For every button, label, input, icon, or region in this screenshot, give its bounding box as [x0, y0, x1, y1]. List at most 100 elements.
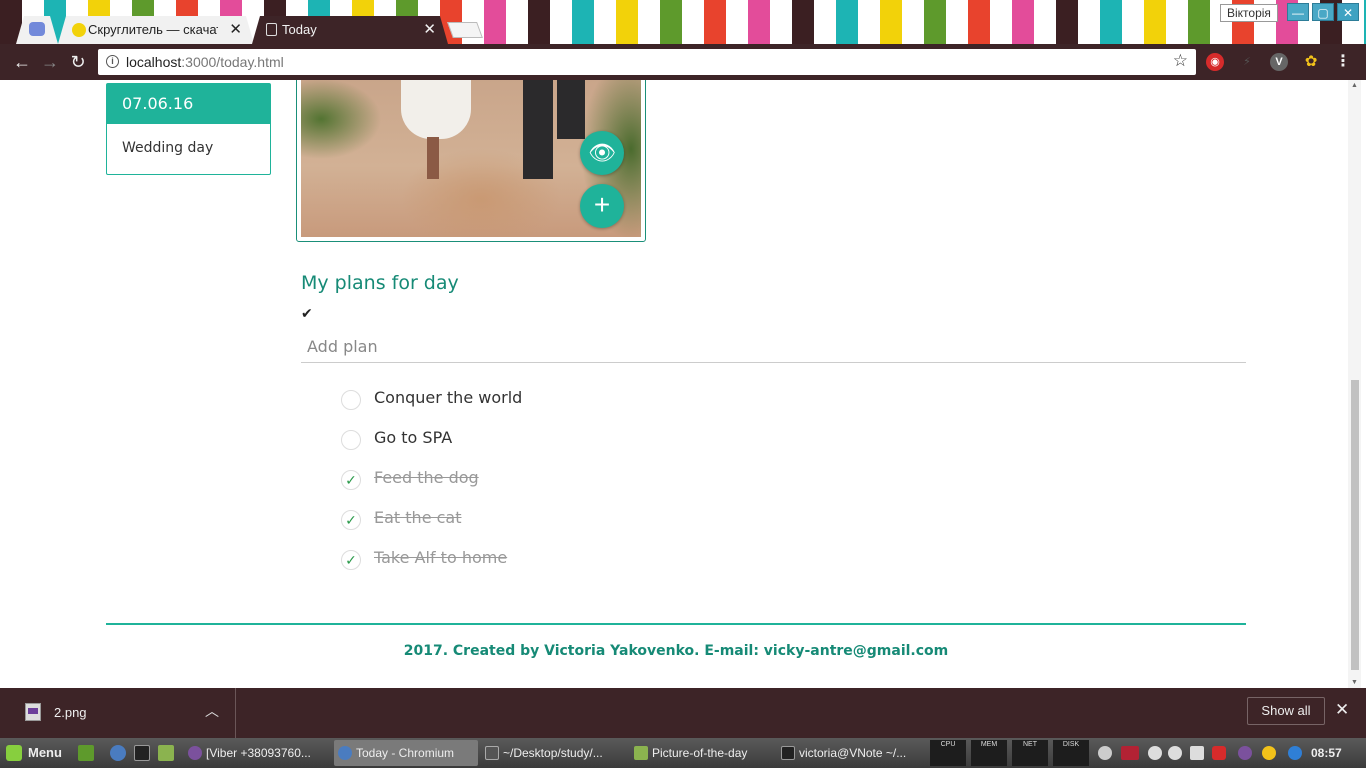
task-label: [Viber +38093760... [206, 746, 311, 760]
reload-icon[interactable]: ↻ [66, 50, 90, 74]
terminal-icon [781, 746, 795, 760]
plan-toggle-checkbox[interactable] [341, 390, 361, 410]
viber-icon [188, 746, 202, 760]
clipboard-icon[interactable] [1190, 746, 1204, 760]
chromium-icon [338, 746, 352, 760]
shield-icon[interactable] [1212, 746, 1226, 760]
bluetooth-icon[interactable] [1288, 746, 1302, 760]
start-menu-button[interactable]: Menu [4, 740, 62, 766]
mem-monitor[interactable]: MEM [971, 740, 1007, 766]
clock[interactable]: 08:57 [1311, 738, 1342, 768]
download-file-name: 2.png [54, 705, 87, 720]
paw-extension-icon[interactable]: ✿ [1302, 53, 1320, 71]
tab-today[interactable]: Today ✕ [252, 16, 448, 44]
task-folder[interactable]: Picture-of-the-day [630, 740, 774, 766]
bolt-extension-icon[interactable]: ⚡ [1238, 53, 1256, 71]
add-photo-button[interactable]: + [580, 184, 624, 228]
scroll-down-icon[interactable]: ▼ [1351, 679, 1358, 686]
cpu-monitor[interactable]: CPU [930, 740, 966, 766]
mint-logo-icon [6, 745, 22, 761]
menu-label: Menu [28, 745, 62, 760]
plan-text[interactable]: Eat the cat [374, 508, 462, 527]
wifi-icon[interactable] [1148, 746, 1162, 760]
url-text[interactable]: localhost:3000/today.html [126, 49, 284, 75]
info-icon[interactable]: i [106, 55, 119, 68]
forward-arrow-icon[interactable]: → [38, 50, 62, 74]
user-icon[interactable] [1098, 746, 1112, 760]
plan-toggle-checkbox[interactable] [341, 430, 361, 450]
tab-close-icon[interactable]: ✕ [423, 16, 436, 44]
minimize-button[interactable]: — [1287, 3, 1309, 21]
day-card[interactable]: 07.06.16 Wedding day [106, 83, 271, 175]
us-flag-icon[interactable] [1121, 746, 1139, 760]
os-taskbar: Menu [Viber +38093760... Today - Chromiu… [0, 738, 1366, 768]
show-desktop-icon[interactable] [78, 745, 94, 761]
editor-icon [485, 746, 499, 760]
tab-label: Today [282, 22, 317, 37]
footer-divider [106, 623, 1246, 625]
bookmark-star-icon[interactable]: ☆ [1173, 51, 1188, 71]
plan-toggle-checkbox[interactable]: ✓ [341, 550, 361, 570]
cloud-icon[interactable] [1262, 746, 1276, 760]
page-scrollbar[interactable]: ▲ ▼ [1348, 80, 1361, 688]
show-all-downloads-button[interactable]: Show all [1247, 697, 1325, 725]
tab-close-icon[interactable]: ✕ [229, 16, 242, 44]
plus-icon: + [593, 189, 611, 220]
download-item[interactable]: 2.png ︿ [0, 688, 236, 738]
disk-monitor[interactable]: DISK [1053, 740, 1089, 766]
plan-toggle-checkbox[interactable]: ✓ [341, 470, 361, 490]
lightning-icon [72, 23, 86, 37]
tab-skruglitel[interactable]: Скруглитель — скачат ✕ [58, 16, 254, 44]
document-icon [266, 23, 277, 36]
files-launcher-icon[interactable] [158, 745, 174, 761]
checkmark-icon: ✓ [345, 473, 357, 489]
terminal-launcher-icon[interactable] [134, 745, 150, 761]
scroll-up-icon[interactable]: ▲ [1351, 82, 1358, 89]
url-host: localhost [126, 54, 182, 70]
checkmark-icon: ✓ [345, 513, 357, 529]
task-label: Today - Chromium [356, 746, 455, 760]
browser-titlebar: Скруглитель — скачат ✕ Today ✕ Вікторія … [0, 0, 1366, 44]
task-label: victoria@VNote ~/... [799, 746, 907, 760]
task-chromium[interactable]: Today - Chromium [334, 740, 478, 766]
plans-title: My plans for day [301, 272, 459, 294]
task-viber[interactable]: [Viber +38093760... [184, 740, 330, 766]
footer-credits: 2017. Created by Victoria Yakovenko. E-m… [403, 643, 949, 659]
volume-icon[interactable] [1168, 746, 1182, 760]
pinned-tab-discord[interactable] [16, 16, 58, 44]
checkmark-icon: ✓ [345, 553, 357, 569]
url-path: :3000/today.html [181, 54, 284, 70]
viber-tray-icon[interactable] [1238, 746, 1252, 760]
toggle-all-checkmark-icon[interactable]: ✔ [301, 305, 313, 322]
plan-text[interactable]: Feed the dog [374, 468, 479, 487]
close-window-button[interactable]: ✕ [1337, 3, 1359, 21]
task-label: ~/Desktop/study/... [503, 746, 603, 760]
chromium-launcher-icon[interactable] [110, 745, 126, 761]
task-terminal[interactable]: victoria@VNote ~/... [777, 740, 921, 766]
vue-extension-icon[interactable]: V [1270, 53, 1288, 71]
menu-kebab-icon[interactable]: ⋮ [1334, 53, 1352, 71]
plan-text[interactable]: Take Alf to home [374, 548, 507, 567]
task-label: Picture-of-the-day [652, 746, 748, 760]
day-card-date: 07.06.16 [107, 84, 270, 124]
plan-text[interactable]: Conquer the world [374, 388, 522, 407]
tab-label: Скруглитель — скачат [88, 22, 218, 37]
net-monitor[interactable]: NET [1012, 740, 1048, 766]
close-icon[interactable]: ✕ [1335, 700, 1349, 720]
view-photo-button[interactable]: 👁 [580, 131, 624, 175]
page-viewport: 07.06.16 Wedding day 👁 + My plans for da… [5, 80, 1361, 688]
address-bar[interactable]: i localhost:3000/today.html ☆ [98, 49, 1196, 75]
new-tab-button[interactable] [447, 22, 483, 38]
add-plan-input[interactable] [301, 330, 1246, 363]
folder-icon [634, 746, 648, 760]
photo-trouser [523, 80, 553, 179]
task-sublime[interactable]: ~/Desktop/study/... [481, 740, 627, 766]
profile-button[interactable]: Вікторія [1220, 4, 1278, 22]
plan-toggle-checkbox[interactable]: ✓ [341, 510, 361, 530]
plan-text[interactable]: Go to SPA [374, 428, 452, 447]
adblock-extension-icon[interactable]: ◉ [1206, 53, 1224, 71]
back-arrow-icon[interactable]: ← [10, 50, 34, 74]
scrollbar-thumb[interactable] [1351, 380, 1359, 670]
maximize-button[interactable]: ▢ [1312, 3, 1334, 21]
chevron-up-icon[interactable]: ︿ [205, 701, 219, 721]
